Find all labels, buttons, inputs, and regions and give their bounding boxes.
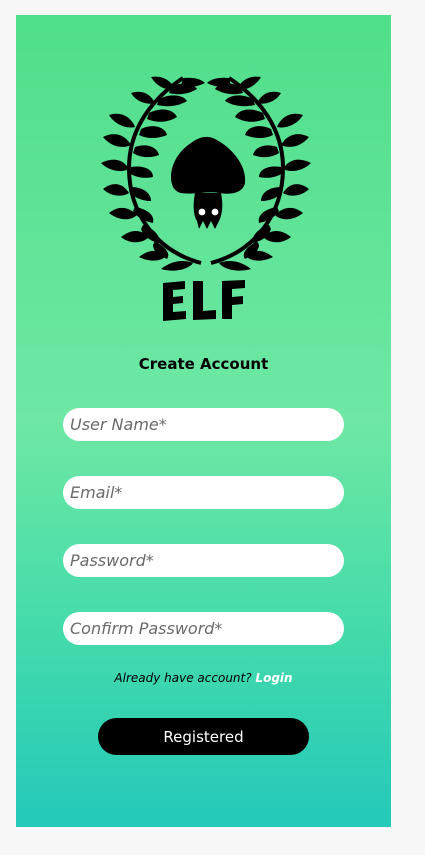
- signup-card: Create Account Already have account? Log…: [16, 15, 391, 827]
- login-prompt-text: Already have account?: [114, 671, 256, 685]
- mushroom-icon: [171, 136, 246, 229]
- elf-wordmark: [163, 280, 245, 321]
- password-field[interactable]: [63, 544, 344, 577]
- username-field[interactable]: [63, 408, 344, 441]
- login-link[interactable]: Login: [255, 671, 292, 685]
- register-button[interactable]: Registered: [98, 718, 309, 755]
- confirm-password-field[interactable]: [63, 612, 344, 645]
- email-field[interactable]: [63, 476, 344, 509]
- elf-logo: [101, 76, 311, 321]
- login-prompt: Already have account? Login: [16, 671, 391, 685]
- page-title: Create Account: [138, 355, 269, 373]
